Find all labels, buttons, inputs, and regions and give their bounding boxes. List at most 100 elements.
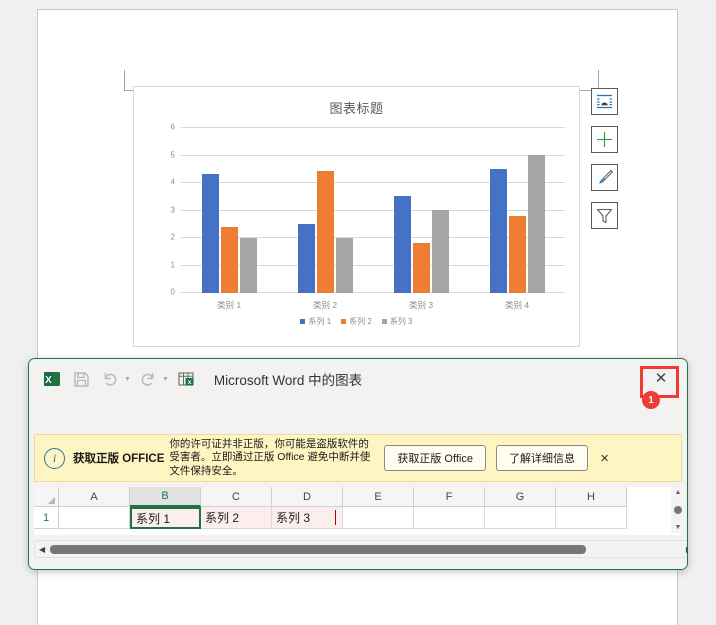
chart-legend[interactable]: 系列 1 系列 2 系列 3 [134,316,579,327]
legend-label: 系列 3 [389,317,413,326]
cell-G1[interactable] [485,507,556,529]
legend-swatch [341,319,347,324]
paintbrush-icon [599,169,614,184]
excel-window-bottom [29,560,687,569]
svg-text:x: x [188,379,192,386]
chart-title: 图表标题 [329,101,384,116]
cell-B1[interactable]: 系列 1 [130,507,201,529]
chart-bar[interactable] [527,154,545,293]
get-genuine-office-button[interactable]: 获取正版 Office [384,445,486,471]
banner-body-text: 你的许可证并非正版，你可能是盗版软件的受害者。立即通过正版 Office 避免中… [169,438,371,477]
table-row[interactable]: 1 系列 1 系列 2 系列 3 [34,507,682,529]
column-header-row: ABCDEFGH [34,487,682,507]
cell-C1[interactable]: 系列 2 [201,507,272,529]
excel-window-title: Microsoft Word 中的图表 [213,373,363,388]
bar-group [277,127,373,293]
vertical-scroll-thumb[interactable] [674,506,682,514]
x-axis-label: 类别 4 [504,300,530,310]
learn-more-button[interactable]: 了解详细信息 [495,445,588,471]
chart-bar[interactable] [412,243,430,293]
select-all-corner[interactable] [34,487,59,507]
chart-filters-button[interactable] [591,202,618,229]
y-axis-tick: 5 [170,150,175,159]
save-icon[interactable] [68,366,94,392]
chart-side-buttons [591,88,618,240]
chart-bar[interactable] [393,196,411,293]
chart-bar[interactable] [201,174,219,293]
column-header-c[interactable]: C [201,487,272,507]
legend-swatch [300,319,306,324]
horizontal-scrollbar[interactable]: ◀ ▶ [34,540,687,558]
column-header-b[interactable]: B [130,487,201,507]
chart-elements-button[interactable] [591,126,618,153]
chart-bar[interactable] [335,237,353,293]
cell-H1[interactable] [556,507,627,529]
cell-A1[interactable] [59,507,130,529]
horizontal-scroll-track[interactable] [50,544,681,554]
funnel-icon [596,208,613,224]
chart-bar[interactable] [431,210,449,293]
step-badge-1: 1 [642,391,660,409]
y-axis-tick: 1 [170,260,175,269]
banner-close-icon[interactable]: ✕ [600,452,609,465]
legend-item[interactable]: 系列 3 [381,316,413,327]
y-axis-tick: 0 [170,287,175,297]
column-header-h[interactable]: H [556,487,627,507]
bar-group [469,127,565,293]
legend-label: 系列 2 [349,317,372,326]
redo-dropdown-caret[interactable]: ▼ [162,376,169,383]
chart-bar[interactable] [297,223,315,293]
horizontal-scroll-thumb[interactable] [50,544,587,554]
undo-icon[interactable] [97,366,123,392]
legend-label: 系列 1 [308,317,332,326]
y-axis-tick: 6 [170,122,175,132]
x-axis-label: 类别 3 [408,300,434,310]
x-axis-label: 类别 1 [216,300,242,310]
banner-heading: 获取正版 OFFICE [73,453,165,465]
plus-icon [597,132,612,147]
spreadsheet-grid[interactable]: ABCDEFGH 1 系列 1 系列 2 系列 3 [34,487,682,535]
chart-object[interactable]: 图表标题 6 5 4 3 2 1 0 类别 1 类别 2 类别 3 类别 4 系列 1… [133,86,580,347]
scroll-down-icon[interactable]: ▼ [675,524,682,531]
y-axis-tick: 2 [170,232,175,242]
chart-styles-button[interactable] [591,164,618,191]
chart-plot-area: 6 5 4 3 2 1 0 [159,123,565,297]
chart-bar[interactable] [239,237,257,293]
excel-title-bar: X ▼ ▼ x Microsoft Word 中的图表 ✕ [29,359,687,399]
scroll-up-icon[interactable]: ▲ [675,489,682,496]
layout-options-icon [597,94,612,109]
excel-chart-data-window: X ▼ ▼ x Microsoft Word 中的图表 ✕ i 获取正版 OFF… [28,358,688,570]
chart-bar[interactable] [220,226,238,293]
info-icon: i [44,447,65,469]
x-axis-label: 类别 2 [312,300,338,310]
chart-bar[interactable] [316,171,334,293]
row-header-1[interactable]: 1 [34,507,59,529]
legend-item[interactable]: 系列 1 [300,316,331,327]
vertical-scrollbar[interactable]: ▲ ▼ [671,487,685,533]
chart-bar[interactable] [508,215,526,293]
y-axis-tick: 4 [170,177,175,187]
column-header-e[interactable]: E [343,487,414,507]
chart-bar[interactable] [489,168,507,293]
undo-dropdown-caret[interactable]: ▼ [124,376,131,383]
column-header-f[interactable]: F [414,487,485,507]
cell-F1[interactable] [414,507,485,529]
layout-options-button[interactable] [591,88,618,115]
cell-D1[interactable]: 系列 3 [272,507,343,529]
bar-group [181,127,277,293]
scroll-right-icon[interactable]: ▶ [686,545,687,554]
license-warning-banner: i 获取正版 OFFICE 你的许可证并非正版，你可能是盗版软件的受害者。立即通… [34,434,682,482]
x-axis-labels: 类别 1 类别 2 类别 3 类别 4 [181,299,565,311]
column-header-a[interactable]: A [59,487,130,507]
scroll-left-icon[interactable]: ◀ [39,545,45,554]
column-header-d[interactable]: D [272,487,343,507]
legend-item[interactable]: 系列 2 [341,316,372,327]
column-header-g[interactable]: G [485,487,556,507]
svg-text:X: X [45,375,52,386]
edit-data-icon[interactable]: x [173,366,199,392]
redo-icon[interactable] [135,366,161,392]
y-axis-tick: 3 [170,205,175,214]
bar-group [373,127,469,293]
excel-app-icon: X [39,366,65,392]
cell-E1[interactable] [343,507,414,529]
